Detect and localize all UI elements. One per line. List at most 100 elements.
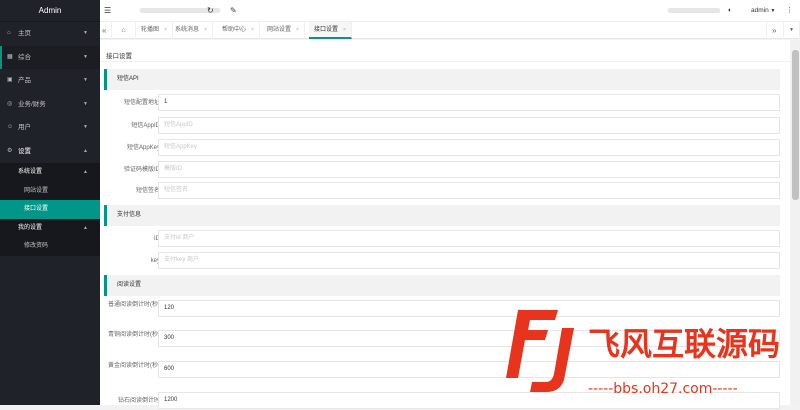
form-row: 短信AppID 短信AppID	[100, 117, 790, 135]
caret-down-icon: ▼	[770, 8, 776, 14]
sidebar-item-label: 设置	[18, 147, 31, 155]
field-label: 短信签名	[135, 188, 160, 194]
chevron-down-icon: ▼	[83, 77, 88, 83]
field-label: key	[150, 258, 160, 264]
chevron-down-icon: ▼	[83, 53, 88, 60]
divider	[100, 61, 790, 62]
close-icon[interactable]: ×	[164, 27, 167, 33]
user-icon: ☺	[7, 124, 14, 130]
field-label: 短信AppKey	[126, 145, 160, 151]
field-label: 青铜阅读倒计时(秒)	[108, 332, 160, 338]
form-row: ID 支付id 商户	[100, 230, 790, 248]
pay-key-field[interactable]: 支付key 商户	[158, 252, 780, 269]
field-label: 普通阅读倒计时(秒)	[108, 302, 160, 308]
field-label: 钻石阅读倒计时	[117, 398, 160, 404]
sidebar-item-label: 主页	[18, 30, 31, 37]
close-icon[interactable]: ×	[204, 27, 207, 33]
tab-carousel[interactable]: 轮播图 ×	[136, 22, 173, 39]
field-label: 短信AppID	[131, 123, 160, 129]
sidebar-item-finance[interactable]: ◎ 业务/财务 ▼	[0, 93, 100, 117]
user-name: admin	[751, 7, 769, 14]
product-icon: ▣	[7, 77, 13, 83]
grid-icon: ▦	[7, 53, 13, 60]
gear-icon: ⚙	[7, 147, 13, 154]
submenu-group-mine[interactable]: 我的设置 ▲	[0, 219, 100, 238]
form-row: 短信AppKey 短信AppKey	[100, 139, 790, 157]
submenu-item-site-settings[interactable]: 网站设置	[0, 182, 100, 201]
tab-label: 系统消息	[175, 27, 200, 33]
tab-label: 接口设置	[314, 27, 339, 33]
home-tab-icon[interactable]: ⌂	[112, 22, 136, 39]
section-payment: 支付信息	[104, 205, 780, 226]
submenu-group-label: 我的设置	[18, 224, 43, 231]
field-label: 验证码模版ID	[123, 167, 160, 173]
chevron-up-icon: ▲	[83, 169, 88, 175]
field-label: 短信配置地址	[123, 100, 160, 106]
tab-help-center[interactable]: 帮助中心 ×	[217, 22, 260, 39]
tab-site-settings[interactable]: 网站设置 ×	[262, 22, 305, 39]
sidebar-item-user[interactable]: ☺ 用户 ▼	[0, 116, 100, 140]
sidebar-item-home[interactable]: ⌂ 主页 ▼	[0, 22, 100, 46]
submenu-group-label: 系统设置	[18, 169, 43, 175]
scroll-right-icon[interactable]: »	[766, 22, 784, 39]
watermark-logo-icon	[506, 310, 574, 392]
chevron-up-icon: ▲	[83, 147, 88, 154]
pay-id-field[interactable]: 支付id 商户	[158, 230, 780, 247]
sidebar-item-settings[interactable]: ⚙ 设置 ▲	[0, 139, 100, 163]
section-reading: 阅读设置	[104, 275, 780, 296]
template-id-field[interactable]: 模版ID	[158, 161, 780, 178]
finance-icon: ◎	[7, 100, 13, 107]
form-row: 短信签名 短信签名	[100, 182, 790, 200]
sidebar-item-label: 综合	[18, 53, 31, 61]
sidebar-item-general[interactable]: ▦ 综合 ▼	[0, 45, 100, 69]
clear-icon[interactable]: ✎	[230, 0, 237, 22]
tabs-bar: « ⌂ 轮播图 × 系统消息 × 帮助中心 × 网站设置 × 接口设置 × » ▼	[100, 22, 800, 39]
submenu-item-change-password[interactable]: 修改资码	[0, 237, 100, 256]
close-icon[interactable]: ×	[251, 27, 254, 33]
watermark-url: -----bbs.oh27.com-----	[588, 381, 738, 397]
form-row: 短信配置地址 1	[100, 94, 790, 112]
page-title: 接口设置	[106, 53, 132, 60]
close-icon[interactable]: ×	[343, 27, 346, 33]
more-icon[interactable]: ⋮	[786, 0, 793, 22]
sidebar-item-product[interactable]: ▣ 产品 ▼	[0, 69, 100, 93]
chevron-down-icon: ▼	[83, 124, 88, 130]
chevron-down-icon: ▼	[83, 30, 88, 36]
refresh-icon[interactable]: ↻	[207, 0, 214, 22]
tab-label: 网站设置	[267, 27, 292, 33]
close-icon[interactable]: ×	[296, 27, 299, 33]
field-label: ID	[154, 236, 160, 242]
menu-toggle-icon[interactable]: ☰	[104, 0, 111, 22]
sms-url-field[interactable]: 1	[158, 94, 780, 111]
sms-signature-field[interactable]: 短信签名	[158, 182, 780, 199]
tab-label: 帮助中心	[222, 27, 247, 33]
section-sms-api: 短信API	[104, 69, 780, 90]
form-row: key 支付key 商户	[100, 252, 790, 270]
sidebar-item-label: 业务/财务	[18, 100, 46, 108]
scrollbar-thumb[interactable]	[792, 50, 799, 200]
tab-api-settings[interactable]: 接口设置 ×	[309, 22, 352, 39]
settings-submenu: 系统设置 ▲ 网站设置 接口设置 我的设置 ▲ 修改资码	[0, 163, 100, 256]
submenu-group-system[interactable]: 系统设置 ▲	[0, 163, 100, 182]
sms-appid-field[interactable]: 短信AppID	[158, 117, 780, 134]
sms-appkey-field[interactable]: 短信AppKey	[158, 139, 780, 156]
tab-label: 轮播图	[141, 27, 160, 33]
sidebar: Admin ⌂ 主页 ▼ ▦ 综合 ▼ ▣ 产品 ▼ ◎ 业务/财务 ▼ ☺ 用户 ▼ ⚙ 设置 ▲ 系…	[0, 0, 100, 405]
submenu-item-api-settings[interactable]: 接口设置	[0, 200, 100, 219]
blurred-message	[668, 8, 720, 13]
sidebar-item-label: 用户	[18, 124, 31, 131]
chevron-up-icon: ▲	[83, 224, 88, 231]
user-menu[interactable]: admin ▼	[751, 0, 775, 22]
scroll-left-icon[interactable]: «	[100, 22, 112, 39]
watermark-text: 飞风互联源码	[588, 325, 780, 363]
site-watermark: 飞风互联源码 -----bbs.oh27.com-----	[506, 310, 780, 397]
tabs-dropdown-icon[interactable]: ▼	[784, 22, 800, 39]
tab-system-messages[interactable]: 系统消息 ×	[170, 22, 213, 39]
home-icon: ⌂	[7, 30, 11, 36]
sidebar-item-label: 产品	[18, 77, 31, 84]
form-row: 验证码模版ID 模版ID	[100, 161, 790, 179]
chevron-down-icon: ▼	[83, 100, 88, 107]
top-bar: ☰ ↻ ✎ ◐ admin ▼ ⋮	[100, 0, 800, 22]
field-label: 黄金阅读倒计时(秒)	[108, 363, 160, 369]
theme-icon[interactable]: ◐	[728, 0, 732, 22]
